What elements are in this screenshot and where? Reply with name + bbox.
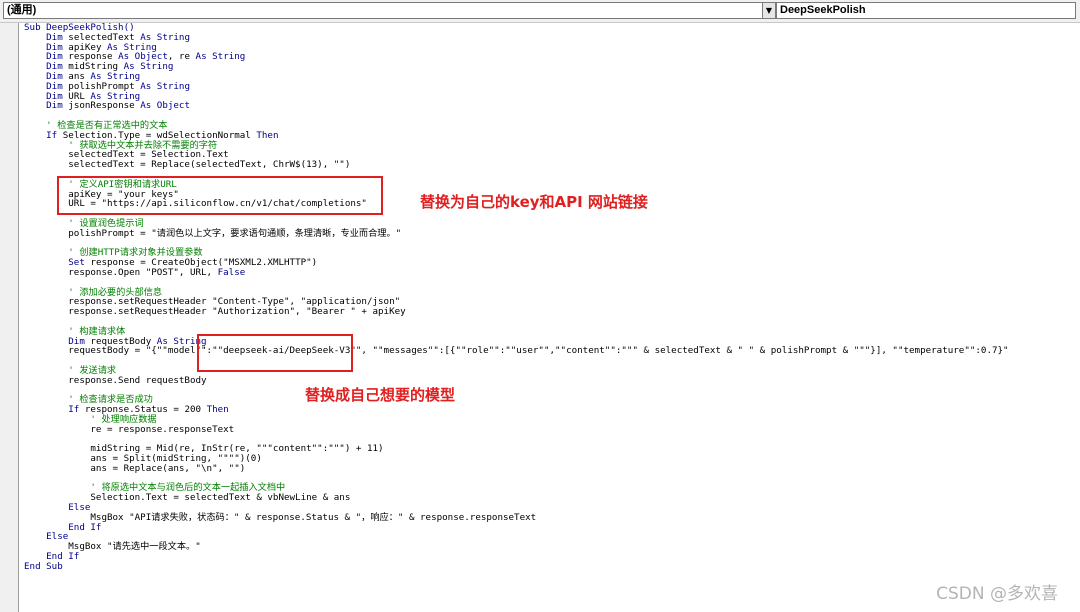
code-text: ans = Replace(ans, "\n", "") bbox=[24, 462, 246, 474]
code-line[interactable] bbox=[24, 356, 1009, 366]
code-keyword: Then bbox=[206, 404, 229, 416]
procedure-toolbar: (通用) ▼ DeepSeekPolish bbox=[0, 0, 1080, 23]
code-line[interactable]: End If bbox=[24, 521, 1009, 533]
code-line[interactable] bbox=[24, 111, 1009, 121]
code-keyword: End Sub bbox=[24, 560, 63, 572]
code-line[interactable]: MsgBox "API请求失败，状态码：" & response.Status … bbox=[24, 512, 1009, 523]
code-text: jsonResponse bbox=[62, 100, 141, 112]
object-combo-dropdown-icon[interactable]: ▼ bbox=[762, 2, 776, 19]
code-text: re = response.responseText bbox=[24, 423, 235, 435]
code-line[interactable]: re = response.responseText bbox=[24, 423, 1009, 435]
object-combo[interactable]: (通用) bbox=[3, 2, 765, 19]
code-line[interactable]: response.Send requestBody bbox=[24, 374, 1009, 386]
code-text: polishPrompt = "请润色以上文字，要求语句通顺，条理清晰，专业而合… bbox=[24, 227, 402, 239]
code-editor[interactable]: Sub DeepSeekPolish() Dim selectedText As… bbox=[24, 23, 1009, 572]
object-combo-value: (通用) bbox=[7, 4, 37, 16]
watermark: CSDN @多欢喜 bbox=[936, 584, 1058, 604]
code-line[interactable]: response.setRequestHeader "Authorization… bbox=[24, 307, 1009, 317]
code-keyword: Dim bbox=[46, 100, 63, 112]
code-text: requestBody = "{""model"":""deepseek-ai/… bbox=[24, 345, 1009, 357]
code-keyword: As String bbox=[195, 51, 246, 63]
code-keyword: False bbox=[217, 266, 246, 278]
code-line[interactable]: Dim jsonResponse As Object bbox=[24, 101, 1009, 111]
code-line[interactable]: response.Open "POST", URL, False bbox=[24, 268, 1009, 278]
code-line[interactable]: If response.Status = 200 Then bbox=[24, 405, 1009, 415]
code-line[interactable]: selectedText = Replace(selectedText, Chr… bbox=[24, 160, 1009, 170]
highlight-box-model bbox=[197, 334, 353, 372]
code-line[interactable] bbox=[24, 278, 1009, 288]
code-keyword: As String bbox=[140, 80, 190, 92]
code-line[interactable]: Dim selectedText As String bbox=[24, 32, 1009, 43]
annotation-key-note: 替换为自己的key和API 网站链接 bbox=[420, 193, 648, 211]
editor-margin-divider bbox=[18, 23, 19, 612]
code-text: response.Send requestBody bbox=[24, 374, 207, 386]
code-line[interactable]: Dim midString As String bbox=[24, 62, 1009, 72]
code-line[interactable]: Selection.Text = selectedText & vbNewLin… bbox=[24, 493, 1009, 503]
code-text: response.setRequestHeader "Authorization… bbox=[24, 306, 406, 318]
code-keyword: Then bbox=[256, 129, 279, 141]
code-line[interactable]: End If bbox=[24, 552, 1009, 562]
annotation-model-note: 替换成自己想要的模型 bbox=[305, 386, 456, 404]
code-line[interactable] bbox=[24, 385, 1009, 395]
code-line[interactable] bbox=[24, 317, 1009, 327]
code-keyword: End If bbox=[68, 521, 102, 533]
highlight-box-api-key bbox=[57, 176, 383, 215]
procedure-combo[interactable]: DeepSeekPolish bbox=[776, 2, 1076, 19]
code-line[interactable]: ans = Replace(ans, "\n", "") bbox=[24, 462, 1009, 474]
editor-margin bbox=[0, 23, 18, 612]
code-line[interactable]: MsgBox "请先选中一段文本。" bbox=[24, 542, 1009, 552]
code-text: response.Open "POST", URL, bbox=[24, 266, 218, 278]
code-line[interactable]: End Sub bbox=[24, 560, 1009, 572]
procedure-combo-value: DeepSeekPolish bbox=[780, 4, 866, 16]
code-line[interactable]: requestBody = "{""model"":""deepseek-ai/… bbox=[24, 345, 1009, 357]
code-text: selectedText = Replace(selectedText, Chr… bbox=[24, 159, 351, 171]
code-line[interactable]: Dim polishPrompt As String bbox=[24, 80, 1009, 92]
code-keyword: As Object bbox=[140, 100, 190, 112]
code-line[interactable]: polishPrompt = "请润色以上文字，要求语句通顺，条理清晰，专业而合… bbox=[24, 227, 1009, 239]
